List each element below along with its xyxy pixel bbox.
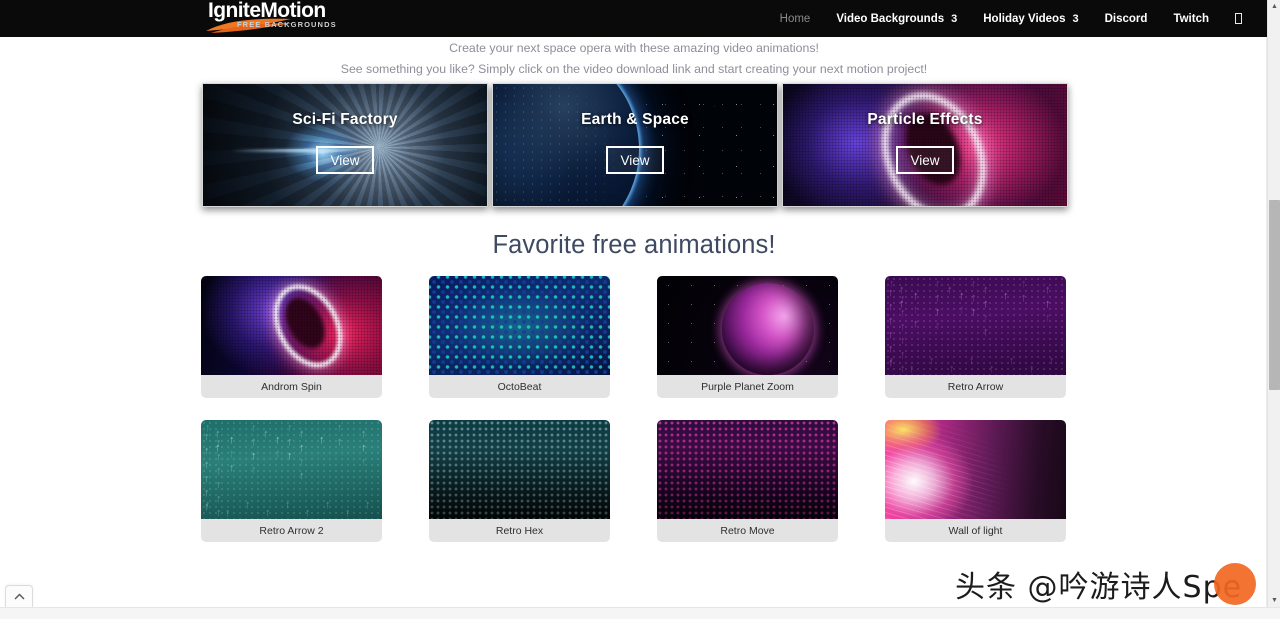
category-card-particle-effects[interactable]: Particle Effects View [782, 83, 1068, 207]
card-title: Particle Effects [783, 111, 1067, 129]
animation-grid: Androm Spin OctoBeat Purple Planet Zoom … [201, 276, 1069, 542]
chevron-up-icon [14, 591, 25, 603]
arrow-pattern-icon: ↑↑↑↑↑↑↑↑↑↑↑↑↑↑↑↑↑↑↑↑↑↑↑↑↑↑↑↑↑↑↑↑↑↑↑↑↑↑↑↑… [201, 420, 382, 519]
view-button[interactable]: View [316, 146, 374, 174]
tile-caption: Androm Spin [201, 375, 382, 398]
animation-tile-octobeat[interactable]: OctoBeat [429, 276, 610, 398]
logo-wordmark: IgniteMotion [208, 0, 326, 22]
tile-artwork [201, 276, 382, 375]
nav-item-label: Holiday Videos [983, 13, 1065, 25]
site-logo[interactable]: IgniteMotion FREE BACKGROUNDS [205, 0, 355, 37]
tile-artwork: ↑↑↑↑↑↑↑↑↑↑↑↑↑↑↑↑↑↑↑↑↑↑↑↑↑↑↑↑↑↑↑↑↑↑↑↑↑↑↑↑… [885, 276, 1066, 375]
card-title: Sci-Fi Factory [203, 111, 487, 129]
nav-item-holiday-videos[interactable]: Holiday Videos 3 [970, 13, 1091, 25]
category-card-earth-and-space[interactable]: Earth & Space View [492, 83, 778, 207]
nav-item-video-backgrounds[interactable]: Video Backgrounds 3 [823, 13, 970, 25]
site-navbar: IgniteMotion FREE BACKGROUNDS Home Video… [0, 0, 1268, 37]
logo-tagline: FREE BACKGROUNDS [237, 20, 337, 29]
view-button[interactable]: View [606, 146, 664, 174]
particle-grain-icon [783, 84, 1067, 206]
card-artwork [493, 84, 777, 206]
chevron-down-icon: 3 [1072, 13, 1078, 25]
nav-item-label: Twitch [1173, 13, 1209, 25]
animation-tile-purple-planet-zoom[interactable]: Purple Planet Zoom [657, 276, 838, 398]
horizontal-scrollbar[interactable] [0, 607, 1280, 619]
tile-caption: Retro Hex [429, 519, 610, 542]
animation-tile-wall-of-light[interactable]: Wall of light [885, 420, 1066, 542]
animation-tile-retro-arrow[interactable]: ↑↑↑↑↑↑↑↑↑↑↑↑↑↑↑↑↑↑↑↑↑↑↑↑↑↑↑↑↑↑↑↑↑↑↑↑↑↑↑↑… [885, 276, 1066, 398]
tile-artwork [429, 420, 610, 519]
card-artwork [203, 84, 487, 206]
nav-item-label: Discord [1105, 13, 1148, 25]
tile-caption: OctoBeat [429, 375, 610, 398]
animation-tile-androm-spin[interactable]: Androm Spin [201, 276, 382, 398]
view-button[interactable]: View [896, 146, 954, 174]
scroll-to-top-button[interactable] [5, 585, 33, 607]
tile-artwork [429, 276, 610, 375]
nav-item-extra[interactable] [1222, 13, 1255, 24]
city-lights-icon [492, 83, 639, 207]
planet-icon [722, 283, 814, 375]
scroll-down-icon[interactable]: ▼ [1268, 594, 1280, 607]
card-artwork [783, 84, 1067, 206]
tile-artwork [657, 276, 838, 375]
category-card-sci-fi-factory[interactable]: Sci-Fi Factory View [202, 83, 488, 207]
nav-links: Home Video Backgrounds 3 Holiday Videos … [767, 0, 1255, 37]
animation-tile-retro-move[interactable]: Retro Move [657, 420, 838, 542]
watermark-text: 头条 @吟游诗人Spe [955, 562, 1242, 606]
scrollbar-thumb[interactable] [1269, 200, 1280, 390]
tile-artwork [657, 420, 838, 519]
category-card-row: Sci-Fi Factory View Earth & Space View P… [202, 83, 1070, 207]
box-glyph-icon [1235, 13, 1242, 24]
animation-tile-retro-hex[interactable]: Retro Hex [429, 420, 610, 542]
page-tagline: Create your next space opera with these … [0, 38, 1268, 80]
vertical-scrollbar[interactable]: ▲ ▼ [1267, 0, 1280, 607]
tile-caption: Retro Arrow 2 [201, 519, 382, 542]
particle-grain-icon [201, 276, 382, 375]
scroll-up-icon[interactable]: ▲ [1268, 0, 1280, 13]
section-heading: Favorite free animations! [0, 231, 1268, 260]
tile-caption: Retro Arrow [885, 375, 1066, 398]
nav-item-label: Video Backgrounds [836, 13, 944, 25]
arrow-pattern-icon: ↑↑↑↑↑↑↑↑↑↑↑↑↑↑↑↑↑↑↑↑↑↑↑↑↑↑↑↑↑↑↑↑↑↑↑↑↑↑↑↑… [885, 276, 1066, 375]
tile-caption: Wall of light [885, 519, 1066, 542]
card-title: Earth & Space [493, 111, 777, 129]
nav-item-twitch[interactable]: Twitch [1160, 13, 1222, 25]
tile-caption: Purple Planet Zoom [657, 375, 838, 398]
nav-item-discord[interactable]: Discord [1092, 13, 1161, 25]
browser-viewport: IgniteMotion FREE BACKGROUNDS Home Video… [0, 0, 1280, 619]
nav-item-home[interactable]: Home [767, 13, 824, 25]
watermark-badge-icon [1214, 563, 1256, 605]
tagline-line-2: See something you like? Simply click on … [0, 59, 1268, 80]
tagline-line-1: Create your next space opera with these … [0, 38, 1268, 59]
chevron-down-icon: 3 [951, 13, 957, 25]
tile-caption: Retro Move [657, 519, 838, 542]
tile-artwork [885, 420, 1066, 519]
animation-tile-retro-arrow-2[interactable]: ↑↑↑↑↑↑↑↑↑↑↑↑↑↑↑↑↑↑↑↑↑↑↑↑↑↑↑↑↑↑↑↑↑↑↑↑↑↑↑↑… [201, 420, 382, 542]
tile-artwork: ↑↑↑↑↑↑↑↑↑↑↑↑↑↑↑↑↑↑↑↑↑↑↑↑↑↑↑↑↑↑↑↑↑↑↑↑↑↑↑↑… [201, 420, 382, 519]
nav-item-label: Home [780, 13, 811, 25]
